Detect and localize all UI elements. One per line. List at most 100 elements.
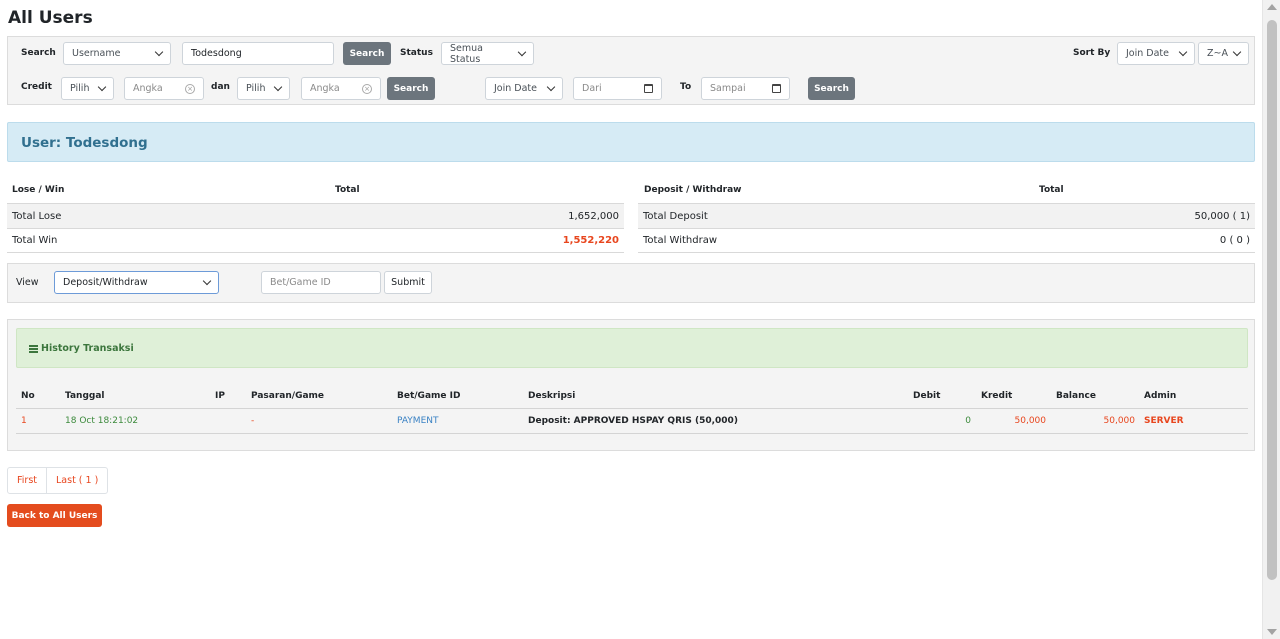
user-banner: User: Todesdong [7,122,1255,162]
column-header-pasaran: Pasaran/Game [251,391,325,401]
column-header-no: No [21,391,35,401]
view-selected-value: Deposit/Withdraw [63,277,148,288]
pagination: First Last ( 1 ) [7,467,109,494]
total-deposit-value: 50,000 ( 1) [1194,210,1250,222]
pagination-first[interactable]: First [8,468,46,493]
deposit-withdraw-header: Deposit / Withdraw [644,185,742,195]
date-field-select[interactable]: Join Date [485,77,563,100]
status-select[interactable]: Semua Status [441,42,534,65]
search-label: Search [21,48,56,58]
column-header-deskripsi: Deskripsi [528,391,576,401]
history-title: History Transaksi [29,343,134,354]
history-panel: History Transaksi No Tanggal IP Pasaran/… [7,319,1255,451]
lose-win-header: Lose / Win [12,185,65,195]
bet-id-placeholder: Bet/Game ID [270,277,331,288]
total-deposit-label: Total Deposit [643,210,708,222]
credit-amount-1-input[interactable]: Angka × [124,77,204,100]
sort-label: Sort By [1073,48,1111,58]
total-withdraw-label: Total Withdraw [643,235,718,246]
cell-tanggal: 18 Oct 18:21:02 [65,416,139,426]
search-field-select[interactable]: Username [63,42,171,65]
credit-label: Credit [21,82,52,92]
scroll-down-icon[interactable] [1267,629,1277,635]
credit-amount-2-input[interactable]: Angka × [301,77,381,100]
credit-search-button[interactable]: Search [387,77,435,100]
total-win-value: 1,552,220 [562,235,619,246]
scrollbar-thumb[interactable] [1267,20,1277,580]
column-header-bet-id: Bet/Game ID [397,391,461,401]
bet-id-input[interactable]: Bet/Game ID [261,271,381,294]
lose-win-total-header: Total [335,185,360,195]
cell-debit: 0 [965,416,971,426]
calendar-icon[interactable] [772,84,781,93]
page-title: All Users [8,8,93,28]
dan-label: dan [211,82,230,92]
search-input-value: Todesdong [191,48,242,59]
credit-amount-2-placeholder: Angka [310,83,340,94]
chevron-down-icon [1178,47,1188,57]
sort-value: Join Date [1126,48,1170,59]
history-title-text: History Transaksi [41,343,134,354]
cell-pasaran: - [251,416,255,426]
column-header-admin: Admin [1144,391,1177,401]
total-win-label: Total Win [12,235,58,246]
chevron-down-icon [97,82,107,92]
sort-by-select[interactable]: Join Date [1117,42,1195,65]
user-banner-title: User: Todesdong [21,135,148,151]
deposit-withdraw-total-header: Total [1039,185,1064,195]
view-panel: View Deposit/Withdraw Bet/Game ID Submit [7,263,1255,303]
clear-icon[interactable]: × [362,83,372,94]
table-row: Total Lose 1,652,000 [7,203,624,228]
column-header-kredit: Kredit [981,391,1013,401]
column-header-ip: IP [215,391,225,401]
table-row: Total Win 1,552,220 [7,228,624,253]
scroll-up-icon[interactable] [1267,4,1277,10]
date-to-input[interactable]: Sampai [701,77,790,100]
column-header-tanggal: Tanggal [65,391,105,401]
search-input[interactable]: Todesdong [182,42,334,65]
date-from-placeholder: Dari [582,83,602,94]
total-lose-label: Total Lose [12,210,62,222]
credit-operator-2-select[interactable]: Pilih [237,77,290,100]
search-button[interactable]: Search [343,42,391,65]
column-header-balance: Balance [1056,391,1096,401]
credit-amount-1-placeholder: Angka [133,83,163,94]
cell-balance: 50,000 [1103,416,1136,426]
cell-kredit: 50,000 [1014,416,1047,426]
back-to-all-users-button[interactable]: Back to All Users [7,504,102,527]
total-lose-value: 1,652,000 [568,210,619,222]
date-from-input[interactable]: Dari [573,77,662,100]
table-row: Total Withdraw 0 ( 0 ) [638,228,1255,253]
date-field-value: Join Date [494,83,538,94]
filter-panel: Search Username Todesdong Search Status … [7,36,1255,105]
calendar-icon[interactable] [644,84,653,93]
chevron-down-icon [202,276,212,286]
view-label: View [16,277,39,288]
cell-admin: SERVER [1144,416,1184,426]
clear-icon[interactable]: × [185,83,195,94]
table-row: Total Deposit 50,000 ( 1) [638,203,1255,228]
status-value: Semua Status [450,42,483,65]
cell-deskripsi: Deposit: APPROVED HSPAY QRIS (50,000) [528,416,738,426]
chevron-down-icon [273,82,283,92]
table-divider [16,408,1248,409]
cell-bet-id[interactable]: PAYMENT [397,416,439,426]
date-search-button[interactable]: Search [808,77,855,100]
pagination-last[interactable]: Last ( 1 ) [46,468,107,493]
table-divider [16,433,1248,434]
sort-order-select[interactable]: Z~A [1198,42,1249,65]
vertical-scrollbar[interactable] [1262,0,1280,639]
submit-button[interactable]: Submit [384,271,432,294]
view-select[interactable]: Deposit/Withdraw [54,271,219,294]
history-header: History Transaksi [16,328,1248,368]
list-icon [29,344,38,353]
total-withdraw-value: 0 ( 0 ) [1219,235,1250,246]
credit-operator-1-select[interactable]: Pilih [61,77,114,100]
credit-operator-2-value: Pilih [246,83,266,94]
column-header-debit: Debit [913,391,941,401]
date-to-placeholder: Sampai [710,83,746,94]
cell-no: 1 [21,416,27,426]
chevron-down-icon [546,82,556,92]
sort-order-value: Z~A [1207,48,1228,59]
chevron-down-icon [1232,47,1242,57]
